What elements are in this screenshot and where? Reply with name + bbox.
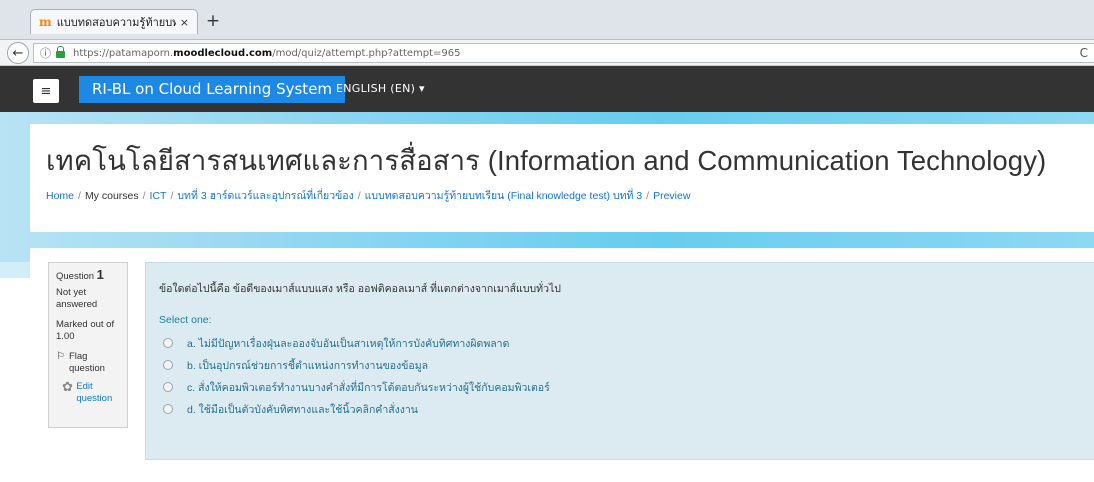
close-tab-icon[interactable]: × — [180, 16, 189, 29]
moodle-favicon-icon: m — [39, 15, 52, 29]
answer-label[interactable]: d. ใช้มือเป็นตัวบังคับทิศทางและใช้นิ้วคล… — [187, 401, 418, 418]
menu-toggle-button[interactable]: ≡ — [33, 79, 59, 103]
question-text: ข้อใดต่อไปนี้คือ ข้อดีของเมาส์แบบแสง หรื… — [159, 283, 561, 295]
breadcrumb-separator: / — [78, 190, 81, 202]
page-title: เทคโนโลยีสารสนเทศและการสื่อสาร (Informat… — [46, 145, 1047, 176]
edit-question-label[interactable]: Edit question — [76, 381, 120, 405]
breadcrumb-my-courses: My courses — [84, 190, 139, 202]
question-info-panel: Question 1 Not yet answered Marked out o… — [48, 262, 128, 428]
url-path: /mod/quiz/attempt.php?attempt=965 — [272, 47, 461, 59]
answer-radio[interactable] — [163, 360, 173, 370]
flag-icon: ⚐ — [56, 351, 65, 362]
info-icon[interactable]: ⓘ — [40, 45, 51, 61]
new-tab-button[interactable]: + — [204, 12, 222, 30]
answer-option-c[interactable]: c. สั่งให้คอมพิวเตอร์ทำงานบางคำสั่งที่มี… — [163, 376, 550, 398]
back-button[interactable]: ← — [7, 42, 29, 64]
breadcrumb-separator: / — [357, 190, 361, 202]
site-navbar: ≡ RI-BL on Cloud Learning System ENGLISH… — [0, 66, 1094, 112]
breadcrumb-quiz[interactable]: แบบทดสอบความรู้ท้ายบทเรียน (Final knowle… — [365, 190, 643, 202]
url-field[interactable]: ⓘ https://patamaporn. moodlecloud.com/mod… — [33, 43, 1094, 63]
breadcrumb: Home / My courses / ICT / บทที่ 3 ฮาร์ดแวร์และ… — [46, 187, 690, 204]
edit-question-link[interactable]: ✿ Edit question — [56, 379, 120, 405]
answer-label[interactable]: a. ไม่มีปัญหาเรื่องฝุ่นละอองจับอันเป็นสา… — [187, 335, 509, 352]
flag-question-link[interactable]: ⚐ Flag question — [56, 351, 120, 375]
question-content: ข้อใดต่อไปนี้คือ ข้อดีของเมาส์แบบแสง หรื… — [145, 262, 1094, 460]
answer-label[interactable]: b. เป็นอุปกรณ์ช่วยการชี้ตำแหน่งการทำงานข… — [187, 357, 428, 374]
flag-question-label: Flag question — [68, 351, 105, 374]
url-prefix: https://patamaporn. — [73, 47, 174, 59]
answer-option-d[interactable]: d. ใช้มือเป็นตัวบังคับทิศทางและใช้นิ้วคล… — [163, 398, 550, 420]
question-label: Question — [56, 271, 95, 282]
address-bar-row: ← ⓘ https://patamaporn. moodlecloud.com/m… — [0, 40, 1094, 66]
breadcrumb-preview[interactable]: Preview — [653, 190, 690, 202]
answer-option-a[interactable]: a. ไม่มีปัญหาเรื่องฝุ่นละอองจับอันเป็นสา… — [163, 332, 550, 354]
question-state: Not yet answered — [56, 287, 98, 310]
breadcrumb-separator: / — [170, 190, 174, 202]
browser-tab[interactable]: m แบบทดสอบความรู้ท้ายบทเรี... × — [30, 9, 198, 34]
page-header: เทคโนโลยีสารสนเทศและการสื่อสาร (Informat… — [30, 124, 1094, 232]
answer-option-b[interactable]: b. เป็นอุปกรณ์ช่วยการชี้ตำแหน่งการทำงานข… — [163, 354, 550, 376]
breadcrumb-home[interactable]: Home — [46, 190, 74, 202]
question-number-value: 1 — [96, 267, 104, 282]
tab-title: แบบทดสอบความรู้ท้ายบทเรี... — [56, 16, 176, 29]
reload-icon[interactable]: C — [1080, 46, 1088, 60]
breadcrumb-chapter[interactable]: บทที่ 3 ฮาร์ดแวร์และอุปกรณ์ที่เกี่ยวข้อง — [177, 190, 353, 202]
question-grade: Marked out of 1.00 — [56, 319, 115, 342]
answer-list: a. ไม่มีปัญหาเรื่องฝุ่นละอองจับอันเป็นสา… — [163, 332, 550, 420]
answer-radio[interactable] — [163, 338, 173, 348]
breadcrumb-ict[interactable]: ICT — [150, 190, 167, 202]
url-domain: moodlecloud.com — [173, 47, 273, 59]
answer-label[interactable]: c. สั่งให้คอมพิวเตอร์ทำงานบางคำสั่งที่มี… — [187, 379, 550, 396]
answer-prompt: Select one: — [159, 314, 212, 326]
answer-radio[interactable] — [163, 382, 173, 392]
site-brand-link[interactable]: RI-BL on Cloud Learning System — [79, 76, 346, 103]
breadcrumb-separator: / — [142, 190, 146, 202]
gear-icon: ✿ — [62, 379, 73, 394]
lock-icon — [56, 45, 65, 58]
breadcrumb-separator: / — [646, 190, 650, 202]
question-number: Question 1 — [56, 267, 120, 283]
language-menu[interactable]: ENGLISH (EN) ▾ — [336, 82, 425, 95]
browser-tab-strip: m แบบทดสอบความรู้ท้ายบทเรี... × + — [0, 0, 1094, 40]
answer-radio[interactable] — [163, 404, 173, 414]
